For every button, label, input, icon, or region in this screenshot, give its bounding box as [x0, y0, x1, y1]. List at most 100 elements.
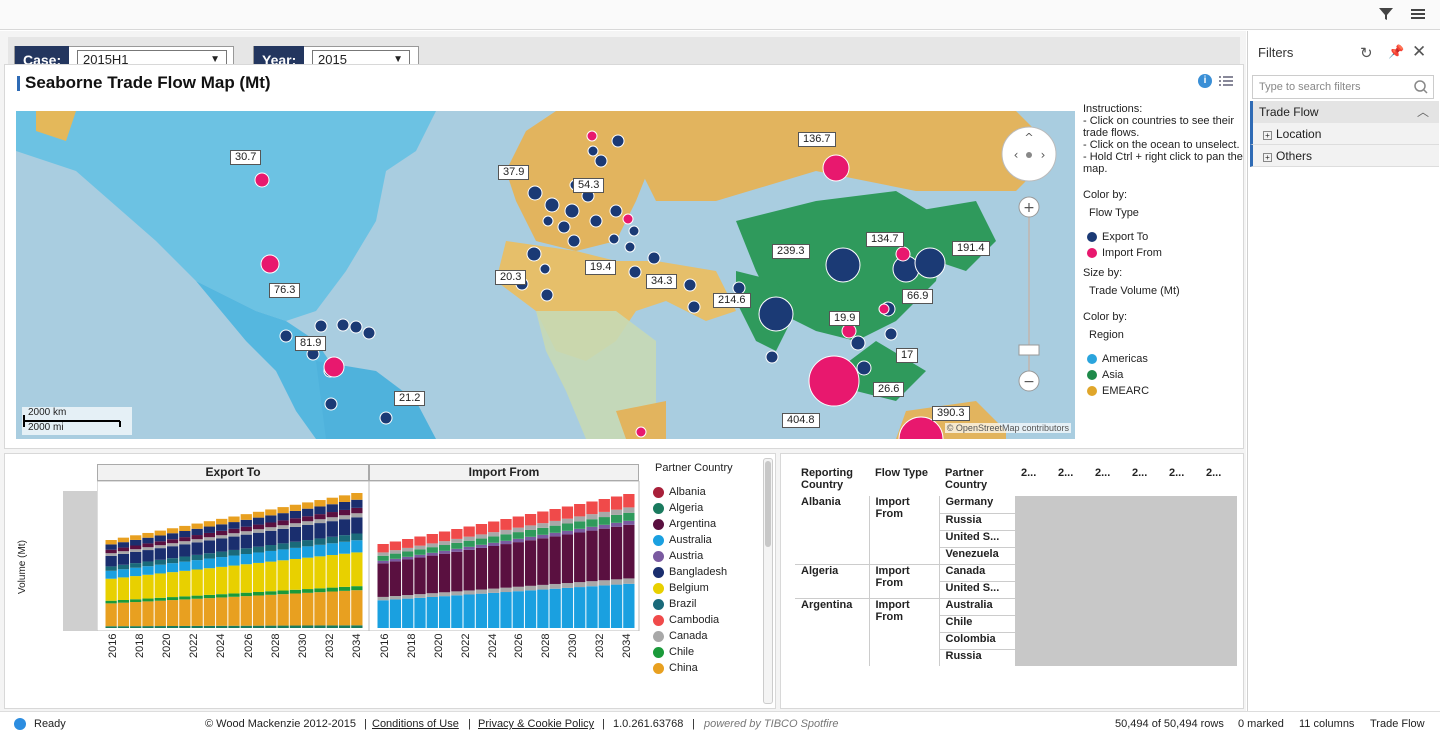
bar-segment[interactable] — [191, 535, 203, 540]
bar-segment[interactable] — [130, 626, 142, 628]
bar-segment[interactable] — [142, 543, 154, 548]
partner-legend-item[interactable]: Australia — [653, 532, 759, 548]
bar-segment[interactable] — [179, 537, 191, 542]
bar-segment[interactable] — [302, 625, 314, 628]
bar-segment[interactable] — [623, 507, 635, 513]
bar-segment[interactable] — [179, 596, 191, 600]
bar-segment[interactable] — [623, 494, 635, 508]
bar-segment[interactable] — [252, 595, 265, 626]
bar-segment[interactable] — [289, 589, 302, 594]
bar-segment[interactable] — [105, 626, 117, 628]
bar-segment[interactable] — [302, 516, 314, 522]
menu-icon[interactable] — [1408, 6, 1428, 24]
bar-segment[interactable] — [130, 563, 142, 568]
partner-legend-item[interactable]: Bangladesh — [653, 564, 759, 580]
bar-segment[interactable] — [402, 559, 414, 596]
bar-segment[interactable] — [512, 538, 524, 543]
bar-segment[interactable] — [512, 542, 524, 587]
filter-icon[interactable] — [1376, 6, 1396, 24]
bar-segment[interactable] — [302, 589, 314, 593]
stacked-bar-chart[interactable] — [97, 481, 641, 631]
bar-segment[interactable] — [265, 530, 277, 546]
legend-item-emearc[interactable]: EMEARC — [1087, 383, 1243, 399]
bar-segment[interactable] — [488, 592, 500, 628]
bar-segment[interactable] — [438, 592, 451, 597]
bar-segment[interactable] — [228, 522, 240, 529]
bar-segment[interactable] — [289, 625, 302, 628]
bar-segment[interactable] — [377, 560, 389, 564]
bar-segment[interactable] — [402, 551, 414, 557]
bar-segment[interactable] — [586, 501, 598, 515]
bar-segment[interactable] — [314, 514, 326, 520]
bar-segment[interactable] — [451, 591, 463, 596]
bar-segment[interactable] — [265, 550, 277, 562]
bar-segment[interactable] — [524, 529, 537, 537]
bar-segment[interactable] — [549, 588, 561, 628]
bar-segment[interactable] — [451, 548, 463, 552]
bar-segment[interactable] — [338, 519, 351, 536]
bar-segment[interactable] — [537, 527, 549, 535]
bar-segment[interactable] — [598, 517, 610, 525]
bar-segment[interactable] — [537, 584, 549, 590]
bar-segment[interactable] — [203, 598, 216, 626]
bar-segment[interactable] — [154, 597, 166, 601]
bar-segment[interactable] — [574, 582, 586, 588]
bar-segment[interactable] — [265, 515, 277, 523]
bar-segment[interactable] — [623, 512, 635, 521]
bar-segment[interactable] — [252, 529, 265, 533]
bar-segment[interactable] — [475, 593, 488, 628]
bar-segment[interactable] — [105, 544, 117, 550]
bar-segment[interactable] — [142, 566, 154, 575]
bar-segment[interactable] — [191, 523, 203, 529]
bar-segment[interactable] — [402, 598, 414, 628]
bar-segment[interactable] — [326, 587, 338, 592]
bar-segment[interactable] — [574, 587, 586, 628]
bar-segment[interactable] — [561, 530, 574, 535]
bar-segment[interactable] — [117, 553, 130, 565]
bar-segment[interactable] — [252, 532, 265, 547]
bar-segment[interactable] — [252, 546, 265, 553]
bar-segment[interactable] — [265, 545, 277, 551]
filter-group-trade-flow[interactable]: Trade Flow ︿ — [1250, 101, 1439, 123]
bar-segment[interactable] — [203, 521, 216, 527]
bar-segment[interactable] — [351, 493, 363, 500]
bar-segment[interactable] — [130, 549, 142, 552]
bar-segment[interactable] — [130, 545, 142, 550]
col-year[interactable]: 2... — [1052, 466, 1089, 496]
bar-segment[interactable] — [488, 532, 500, 537]
bar-segment[interactable] — [438, 531, 451, 542]
bar-segment[interactable] — [130, 567, 142, 577]
bar-segment[interactable] — [216, 530, 228, 536]
bar-segment[interactable] — [289, 526, 302, 542]
bar-segment[interactable] — [451, 538, 463, 543]
bar-segment[interactable] — [561, 523, 574, 531]
bar-segment[interactable] — [277, 549, 289, 561]
bar-segment[interactable] — [265, 594, 277, 626]
bar-segment[interactable] — [561, 587, 574, 628]
bar-segment[interactable] — [240, 519, 252, 527]
bar-segment[interactable] — [389, 558, 402, 562]
bar-segment[interactable] — [610, 509, 623, 515]
bar-segment[interactable] — [154, 530, 166, 536]
bar-segment[interactable] — [351, 586, 363, 591]
bar-segment[interactable] — [351, 533, 363, 541]
bar-segment[interactable] — [326, 521, 338, 537]
bar-segment[interactable] — [537, 511, 549, 524]
bar-segment[interactable] — [105, 549, 117, 554]
bar-segment[interactable] — [623, 524, 635, 579]
bar-segment[interactable] — [488, 542, 500, 546]
bar-segment[interactable] — [326, 591, 338, 626]
bar-segment[interactable] — [105, 540, 117, 545]
bar-segment[interactable] — [426, 534, 438, 544]
bar-segment[interactable] — [537, 523, 549, 528]
bar-segment[interactable] — [191, 554, 203, 561]
col-year[interactable]: 2... — [1126, 466, 1163, 496]
bar-segment[interactable] — [524, 585, 537, 591]
bar-segment[interactable] — [598, 580, 610, 586]
bar-segment[interactable] — [252, 511, 265, 518]
bar-segment[interactable] — [117, 564, 130, 570]
bar-segment[interactable] — [154, 600, 166, 627]
bar-segment[interactable] — [610, 496, 623, 510]
bar-segment[interactable] — [488, 588, 500, 593]
col-year[interactable]: 2... — [1089, 466, 1126, 496]
